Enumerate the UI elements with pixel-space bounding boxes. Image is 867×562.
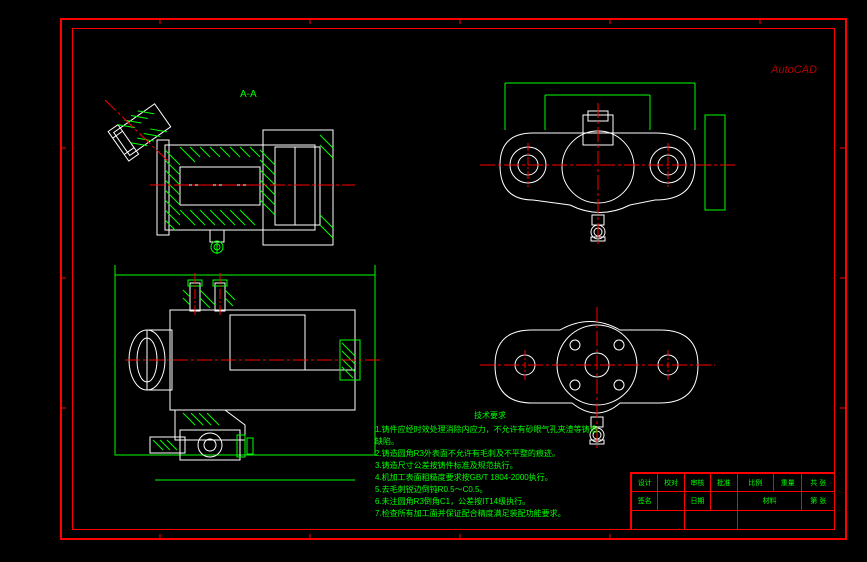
tb-cell: 重量 — [774, 474, 802, 492]
tech-note-line: 3.铸造尺寸公差按铸件标准及规范执行。 — [375, 460, 605, 472]
title-block: 设计 校对 审核 批准 比例 重量 共 张 签名 日期 材料 第 张 — [630, 472, 835, 530]
tb-cell: 校对 — [658, 474, 684, 492]
watermark-text: AutoCAD — [771, 64, 817, 76]
tb-cell: 共 张 — [802, 474, 835, 492]
tech-note-line: 5.去毛刺锐边倒钝R0.5～C0.5。 — [375, 484, 605, 496]
tb-cell: 批准 — [711, 474, 737, 492]
tb-cell: 比例 — [737, 474, 774, 492]
tech-notes-title: 技术要求 — [375, 410, 605, 422]
tech-note-line: 7.检查所有加工面并保证配合精度满足装配功能要求。 — [375, 508, 605, 520]
tb-cell: 签名 — [632, 492, 658, 510]
cad-canvas[interactable]: AutoCAD A-A — [0, 0, 867, 562]
technical-notes: 技术要求 1.铸件应经时效处理消除内应力，不允许有砂眼气孔夹渣等铸造缺陷。 2.… — [375, 410, 605, 520]
tb-cell: 材料 — [737, 492, 802, 510]
tb-cell: 第 张 — [802, 492, 835, 510]
tb-cell — [684, 510, 737, 529]
tb-cell — [711, 492, 737, 510]
tech-note-line: 6.未注圆角R3倒角C1，公差按IT14级执行。 — [375, 496, 605, 508]
top-view-flange — [455, 75, 745, 250]
tb-cell: 日期 — [684, 492, 710, 510]
tech-note-line: 4.机加工表面粗糙度要求按GB/T 1804-2000执行。 — [375, 472, 605, 484]
tb-cell: 设计 — [632, 474, 658, 492]
tech-note-line: 1.铸件应经时效处理消除内应力，不允许有砂眼气孔夹渣等铸造缺陷。 — [375, 424, 605, 448]
tb-cell — [737, 510, 835, 529]
tb-cell — [632, 510, 685, 529]
tech-note-line: 2.铸造圆角R3外表面不允许有毛刺及不平整的痕迹。 — [375, 448, 605, 460]
tb-cell — [658, 492, 684, 510]
section-view-aa — [95, 95, 375, 260]
plan-section-view — [95, 265, 395, 495]
tb-cell: 审核 — [684, 474, 710, 492]
